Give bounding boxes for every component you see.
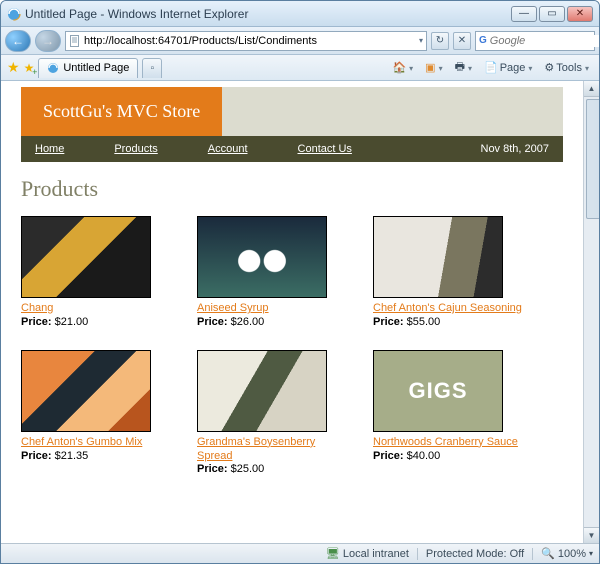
nav-toolbar: ← → ▾ ↻ ✕ G 🔍 bbox=[1, 27, 599, 55]
product-image[interactable] bbox=[197, 216, 327, 298]
status-bar: 🖥 Local intranet Protected Mode: Off 🔍 1… bbox=[1, 543, 599, 563]
product-price: $40.00 bbox=[407, 450, 441, 462]
feeds-button[interactable]: ▣ bbox=[421, 59, 446, 77]
address-bar[interactable]: ▾ bbox=[65, 31, 427, 51]
home-icon: 🏠 bbox=[392, 61, 406, 74]
product-link[interactable]: Aniseed Syrup bbox=[197, 302, 269, 314]
viewport: ScottGu's MVC Store Home Products Accoun… bbox=[1, 81, 599, 543]
nav-contact[interactable]: Contact Us bbox=[298, 143, 352, 155]
site-brand: ScottGu's MVC Store bbox=[21, 87, 222, 136]
stop-button[interactable]: ✕ bbox=[453, 32, 471, 50]
site-header: ScottGu's MVC Store bbox=[21, 87, 563, 136]
product-link[interactable]: Chef Anton's Cajun Seasoning bbox=[373, 302, 522, 314]
zoom-level: 100% bbox=[558, 548, 586, 560]
product-link[interactable]: Grandma's Boysenberry Spread bbox=[197, 436, 315, 462]
minimize-button[interactable]: — bbox=[511, 6, 537, 22]
scroll-down-button[interactable]: ▼ bbox=[584, 527, 599, 543]
address-input[interactable] bbox=[84, 35, 416, 47]
tab-page-icon bbox=[47, 62, 59, 74]
favorites-star-icon[interactable]: ★ bbox=[7, 59, 20, 76]
titlebar: Untitled Page - Windows Internet Explore… bbox=[1, 1, 599, 27]
ie-logo-icon bbox=[7, 7, 21, 21]
nav-products[interactable]: Products bbox=[114, 143, 157, 155]
product-card: Aniseed Syrup Price: $26.00 bbox=[197, 216, 347, 328]
product-image[interactable] bbox=[21, 216, 151, 298]
product-card: Chang Price: $21.00 bbox=[21, 216, 171, 328]
product-price: $21.00 bbox=[55, 316, 89, 328]
add-favorites-icon[interactable]: ★+ bbox=[24, 61, 35, 75]
security-zone: Local intranet bbox=[343, 548, 409, 560]
page-menu[interactable]: 📄Page bbox=[480, 59, 536, 77]
price-label: Price: bbox=[21, 316, 52, 328]
product-price: $55.00 bbox=[407, 316, 441, 328]
rss-icon: ▣ bbox=[425, 61, 435, 74]
product-price: $25.00 bbox=[231, 463, 265, 475]
product-link[interactable]: Chef Anton's Gumbo Mix bbox=[21, 436, 142, 448]
price-label: Price: bbox=[197, 316, 228, 328]
product-card: Chef Anton's Cajun Seasoning Price: $55.… bbox=[373, 216, 523, 328]
product-image[interactable]: GIGS bbox=[373, 350, 503, 432]
nav-home[interactable]: Home bbox=[35, 143, 64, 155]
address-dropdown-icon[interactable]: ▾ bbox=[419, 36, 423, 45]
refresh-button[interactable]: ↻ bbox=[431, 32, 449, 50]
home-button[interactable]: 🏠 bbox=[388, 59, 417, 77]
product-price: $26.00 bbox=[231, 316, 265, 328]
browser-tab[interactable]: Untitled Page bbox=[38, 58, 138, 78]
forward-button[interactable]: → bbox=[35, 30, 61, 52]
search-box[interactable]: G 🔍 bbox=[475, 31, 595, 51]
back-button[interactable]: ← bbox=[5, 30, 31, 52]
print-button[interactable]: 🖶 bbox=[451, 59, 476, 77]
vertical-scrollbar[interactable]: ▲ ▼ bbox=[583, 81, 599, 543]
print-icon: 🖶 bbox=[455, 58, 465, 77]
page-icon bbox=[69, 35, 81, 47]
price-label: Price: bbox=[21, 450, 52, 462]
nav-account[interactable]: Account bbox=[208, 143, 248, 155]
product-card: GIGS Northwoods Cranberry Sauce Price: $… bbox=[373, 350, 523, 476]
zoom-control[interactable]: 🔍 100% ▾ bbox=[541, 547, 593, 560]
product-link[interactable]: Chang bbox=[21, 302, 53, 314]
product-price: $21.35 bbox=[55, 450, 89, 462]
scroll-up-button[interactable]: ▲ bbox=[584, 81, 599, 97]
close-button[interactable]: ✕ bbox=[567, 6, 593, 22]
product-image[interactable] bbox=[373, 216, 503, 298]
product-image[interactable] bbox=[197, 350, 327, 432]
new-tab-button[interactable]: ▫ bbox=[142, 58, 162, 78]
product-grid: Chang Price: $21.00 Aniseed Syrup Price:… bbox=[21, 216, 563, 475]
tools-menu[interactable]: ⚙Tools bbox=[540, 59, 593, 77]
window-title: Untitled Page - Windows Internet Explore… bbox=[25, 7, 248, 21]
zone-icon: 🖥 bbox=[326, 547, 340, 560]
price-label: Price: bbox=[373, 316, 404, 328]
page-menu-icon: 📄 bbox=[484, 61, 498, 74]
price-label: Price: bbox=[197, 463, 228, 475]
search-input[interactable] bbox=[490, 35, 600, 47]
page-title: Products bbox=[21, 176, 563, 202]
price-label: Price: bbox=[373, 450, 404, 462]
product-card: Chef Anton's Gumbo Mix Price: $21.35 bbox=[21, 350, 171, 476]
scroll-thumb[interactable] bbox=[586, 99, 599, 219]
tab-title: Untitled Page bbox=[63, 62, 129, 74]
site-nav: Home Products Account Contact Us Nov 8th… bbox=[21, 136, 563, 162]
site-date: Nov 8th, 2007 bbox=[481, 143, 550, 155]
zoom-icon: 🔍 bbox=[541, 547, 555, 560]
product-link[interactable]: Northwoods Cranberry Sauce bbox=[373, 436, 518, 448]
product-card: Grandma's Boysenberry Spread Price: $25.… bbox=[197, 350, 347, 476]
tab-toolbar: ★ ★+ Untitled Page ▫ 🏠 ▣ 🖶 📄Page ⚙Tools bbox=[1, 55, 599, 81]
gear-icon: ⚙ bbox=[544, 61, 554, 74]
maximize-button[interactable]: ▭ bbox=[539, 6, 565, 22]
search-provider-icon: G bbox=[479, 35, 487, 46]
chevron-down-icon: ▾ bbox=[589, 549, 593, 558]
product-image[interactable] bbox=[21, 350, 151, 432]
protected-mode: Protected Mode: Off bbox=[426, 548, 524, 560]
